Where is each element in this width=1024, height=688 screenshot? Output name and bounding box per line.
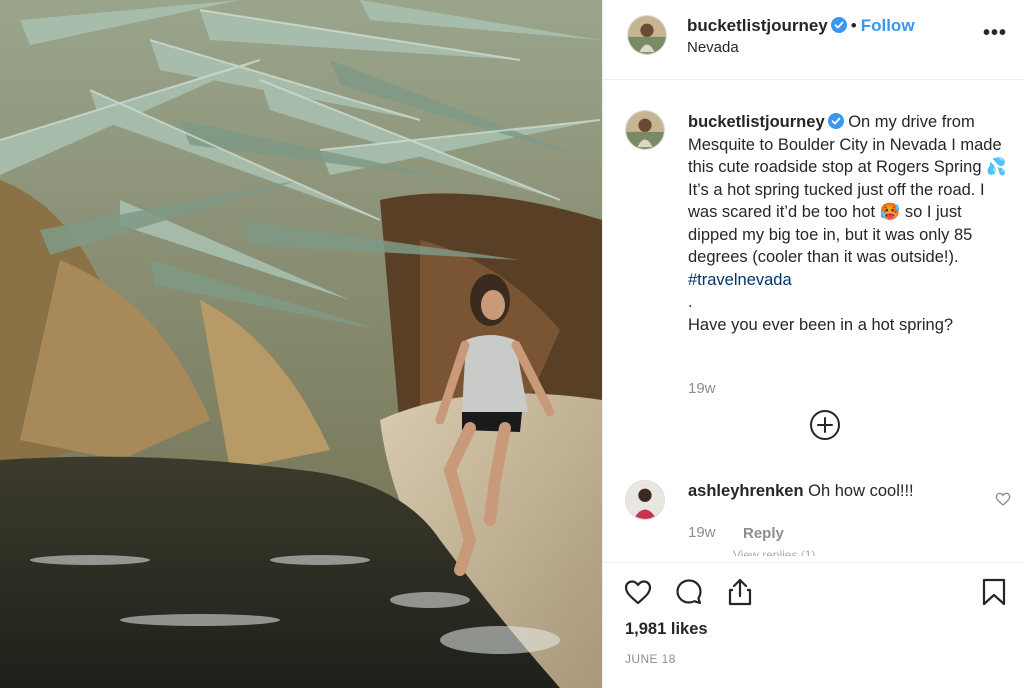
comment-text: Oh how cool!!! [803,482,914,500]
hot-face-emoji: 🥵 [879,203,901,221]
caption-author-avatar[interactable] [625,110,665,150]
speech-bubble-icon[interactable] [674,577,704,607]
separator-dot: • [850,16,857,35]
caption-timestamp[interactable]: 19w [688,380,716,397]
action-bar: 1,981 likes JUNE 18 [603,562,1024,688]
commenter-username[interactable]: ashleyhrenken [688,482,804,500]
commenter-avatar-image [626,481,664,519]
comment-like-heart-icon[interactable] [995,491,1011,507]
likes-count[interactable]: 1,981 likes [625,620,708,639]
post-header: bucketlistjourney • Follow Nevada ••• [603,0,1024,80]
comment-timestamp[interactable]: 19w [688,524,716,541]
post-photo [0,0,602,688]
post-caption: bucketlistjourney On my drive from Mesqu… [688,111,1010,336]
follow-button[interactable]: Follow [861,16,915,35]
caption-separator: . [688,293,693,311]
author-avatar[interactable] [627,15,667,55]
author-username[interactable]: bucketlistjourney [687,16,828,35]
heart-icon[interactable] [623,577,653,607]
post-date[interactable]: JUNE 18 [625,652,676,666]
more-options-icon[interactable]: ••• [983,22,1007,45]
verified-badge-icon [830,17,847,33]
hashtag-link[interactable]: #travelnevada [688,271,792,289]
post-location[interactable]: Nevada [687,39,739,56]
caption-username[interactable]: bucketlistjourney [688,113,825,131]
comment-item: ashleyhrenken Oh how cool!!! [688,482,914,501]
bookmark-icon[interactable] [979,577,1009,607]
splash-emoji: 💦 [986,158,1007,176]
caption-question: Have you ever been in a hot spring? [688,315,954,334]
caption-author-avatar-image [626,111,664,149]
view-replies-link[interactable]: View replies (1) [733,548,883,556]
header-author-row: bucketlistjourney • Follow [687,16,915,36]
reply-button[interactable]: Reply [743,525,784,542]
verified-badge-icon [827,113,844,129]
post-details-panel: bucketlistjourney • Follow Nevada ••• buck… [602,0,1024,688]
post-photo-image [0,0,602,688]
plus-circle-icon[interactable] [809,409,841,441]
share-icon[interactable] [725,577,755,607]
author-avatar-image [628,16,666,54]
commenter-avatar[interactable] [625,480,665,520]
